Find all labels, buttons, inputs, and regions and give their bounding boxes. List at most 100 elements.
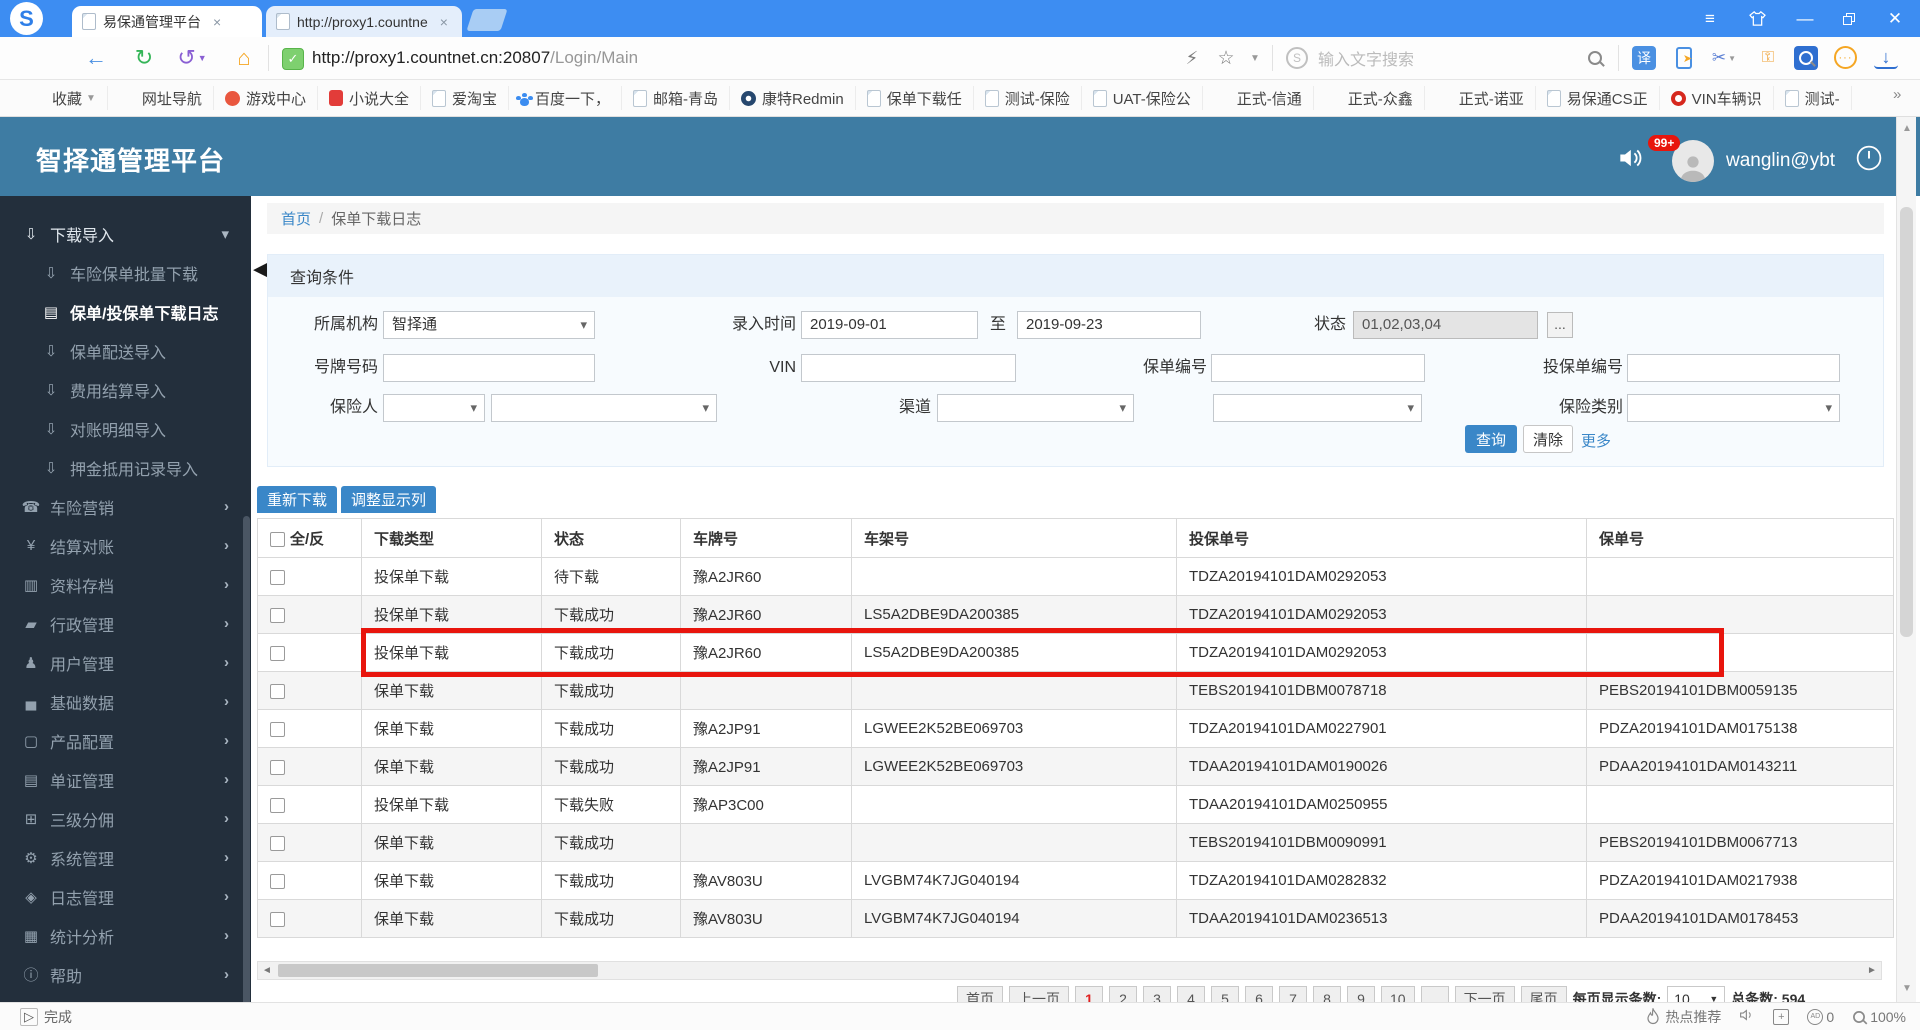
page-next-button[interactable]: 下一页 xyxy=(1454,986,1515,1002)
status-speaker-icon[interactable] xyxy=(1739,1008,1755,1025)
row-checkbox[interactable] xyxy=(270,911,285,927)
sidebar-item-基础数据[interactable]: ▄ 基础数据 › xyxy=(0,682,251,721)
page-search-icon[interactable] xyxy=(1794,46,1818,70)
skin-theme-icon[interactable] xyxy=(1740,0,1774,37)
row-checkbox[interactable] xyxy=(270,569,285,585)
sidebar-item-系统管理[interactable]: ⚙ 系统管理 › xyxy=(0,838,251,877)
send-to-phone-icon[interactable]: ➤ xyxy=(1672,46,1696,70)
browser-tab-1[interactable]: 易保通管理平台 × xyxy=(72,6,262,37)
bookmark-item[interactable]: VIN车辆识 xyxy=(1660,86,1774,110)
bookmark-item[interactable]: UAT-保险公 xyxy=(1082,86,1203,110)
sogou-logo-icon[interactable]: S xyxy=(10,2,43,35)
scroll-left-icon[interactable]: ◄ xyxy=(258,962,276,979)
sidebar-item-押金抵用记录导入[interactable]: ⇩ 押金抵用记录导入 xyxy=(0,448,251,487)
sidebar-item-下载导入[interactable]: ⇩ 下载导入 ▾ xyxy=(0,214,251,253)
bookmark-item[interactable]: 爱淘宝 xyxy=(421,86,509,110)
sidebar-item-单证管理[interactable]: ▤ 单证管理 › xyxy=(0,760,251,799)
page-number-1[interactable]: 1 xyxy=(1075,986,1103,1002)
sidebar-item-保单配送导入[interactable]: ⇩ 保单配送导入 xyxy=(0,331,251,370)
bookmark-item[interactable]: 测试- xyxy=(1774,86,1852,110)
restore-button[interactable] xyxy=(1832,0,1866,37)
bookmark-item[interactable]: 正式-信通 xyxy=(1203,86,1314,110)
minimize-button[interactable]: — xyxy=(1788,0,1822,37)
ins-type-select[interactable] xyxy=(1627,394,1840,422)
sidebar-item-车险营销[interactable]: ☎ 车险营销 › xyxy=(0,487,251,526)
horizontal-scrollbar[interactable]: ◄ ► xyxy=(257,961,1882,980)
page-prev-button[interactable]: 上一页 xyxy=(1009,986,1069,1002)
sidebar-item-保单/投保单下载日志[interactable]: ▤ 保单/投保单下载日志 xyxy=(0,292,251,331)
page-number-8[interactable]: 8 xyxy=(1313,986,1341,1002)
translate-icon[interactable]: 译 xyxy=(1632,46,1656,70)
sidebar-item-对账明细导入[interactable]: ⇩ 对账明细导入 xyxy=(0,409,251,448)
new-tab-button[interactable] xyxy=(466,9,508,31)
bookmark-item[interactable]: 保单下载任 xyxy=(856,86,974,110)
close-window-button[interactable]: ✕ xyxy=(1878,0,1912,37)
password-key-icon[interactable]: ⚿ xyxy=(1756,46,1780,70)
ad-block-counter[interactable]: AD 0 xyxy=(1807,1008,1834,1025)
page-first-button[interactable]: 首页 xyxy=(957,986,1003,1002)
bookmark-item[interactable]: 邮箱-青岛 xyxy=(622,86,730,110)
status-more-button[interactable]: ... xyxy=(1547,312,1573,338)
clear-button[interactable]: 清除 xyxy=(1523,425,1573,453)
download-manager-icon[interactable]: ↓ xyxy=(1874,47,1898,69)
security-shield-icon[interactable]: ✓ xyxy=(282,48,304,70)
page-number-7[interactable]: 7 xyxy=(1279,986,1307,1002)
tab-close-icon[interactable]: × xyxy=(440,14,448,30)
horizontal-scroll-thumb[interactable] xyxy=(278,964,598,977)
page-size-select[interactable]: 10 ▼ xyxy=(1667,986,1726,1002)
address-bar[interactable]: http://proxy1.countnet.cn:20807/Login/Ma… xyxy=(312,37,638,79)
sidebar-item-车险保单批量下载[interactable]: ⇩ 车险保单批量下载 xyxy=(0,253,251,292)
page-number-9[interactable]: 9 xyxy=(1347,986,1375,1002)
zoom-control[interactable]: 100% xyxy=(1852,1009,1906,1025)
scroll-up-icon[interactable]: ▲ xyxy=(1897,119,1917,137)
bookmark-item[interactable]: 易保通CS正 xyxy=(1536,86,1660,110)
speed-mode-icon[interactable]: ▷ xyxy=(20,1007,38,1026)
bookmark-item[interactable]: 正式-众鑫 xyxy=(1314,86,1425,110)
capture-box-icon[interactable]: + xyxy=(1773,1008,1790,1025)
sidebar-item-帮助[interactable]: ⓘ 帮助 › xyxy=(0,955,251,994)
bookmarks-overflow-icon[interactable]: » xyxy=(1893,86,1901,103)
collapse-panel-icon[interactable]: ◀ xyxy=(253,258,268,281)
home-icon[interactable]: ⌂ xyxy=(228,37,260,79)
channel-select-1[interactable] xyxy=(937,394,1134,422)
bookmark-item[interactable]: 正式-诺亚 xyxy=(1425,86,1536,110)
bookmark-item[interactable]: 收藏 ▼ xyxy=(18,86,108,110)
sidebar-item-结算对账[interactable]: ¥ 结算对账 › xyxy=(0,526,251,565)
page-number-4[interactable]: 4 xyxy=(1177,986,1205,1002)
vin-input[interactable] xyxy=(801,354,1016,382)
vertical-scroll-thumb[interactable] xyxy=(1900,207,1913,637)
sidebar-item-资料存档[interactable]: ▥ 资料存档 › xyxy=(0,565,251,604)
row-checkbox[interactable] xyxy=(270,759,285,775)
more-link[interactable]: 更多 xyxy=(1581,430,1611,451)
page-number-6[interactable]: 6 xyxy=(1245,986,1273,1002)
proposal-no-input[interactable] xyxy=(1627,354,1840,382)
status-input[interactable]: 01,02,03,04 xyxy=(1353,311,1538,339)
browser-tab-2[interactable]: http://proxy1.countne × xyxy=(266,6,462,37)
plate-input[interactable] xyxy=(383,354,595,382)
insurer-select-2[interactable] xyxy=(491,394,717,422)
org-select[interactable]: 智择通 xyxy=(383,311,595,339)
scroll-down-icon[interactable]: ▼ xyxy=(1897,979,1917,997)
page-number-3[interactable]: 3 xyxy=(1143,986,1171,1002)
breadcrumb-home-link[interactable]: 首页 xyxy=(281,208,311,229)
page-number-2[interactable]: 2 xyxy=(1109,986,1137,1002)
row-checkbox[interactable] xyxy=(270,683,285,699)
notifications-speaker-icon[interactable] xyxy=(1618,145,1646,176)
bookmark-item[interactable]: 康特Redmin xyxy=(730,86,856,110)
page-number-10[interactable]: 10 xyxy=(1381,986,1415,1002)
bookmark-item[interactable]: 小说大全 xyxy=(318,86,421,110)
lightning-icon[interactable]: ⚡ xyxy=(1178,37,1206,79)
insurer-select-1[interactable] xyxy=(383,394,485,422)
row-checkbox[interactable] xyxy=(270,797,285,813)
row-checkbox[interactable] xyxy=(270,645,285,661)
adjust-columns-button[interactable]: 调整显示列 xyxy=(341,486,437,513)
row-checkbox[interactable] xyxy=(270,835,285,851)
vertical-scrollbar[interactable]: ▲ ▼ xyxy=(1896,117,1916,1002)
page-number-5[interactable]: 5 xyxy=(1211,986,1239,1002)
search-submit-icon[interactable] xyxy=(1580,37,1610,79)
sidebar-item-产品配置[interactable]: ▢ 产品配置 › xyxy=(0,721,251,760)
back-icon[interactable]: ← xyxy=(80,37,112,79)
more-extensions-icon[interactable]: ··· xyxy=(1834,46,1857,69)
refresh-icon[interactable]: ↻ xyxy=(128,37,160,79)
logout-power-icon[interactable] xyxy=(1856,145,1882,176)
